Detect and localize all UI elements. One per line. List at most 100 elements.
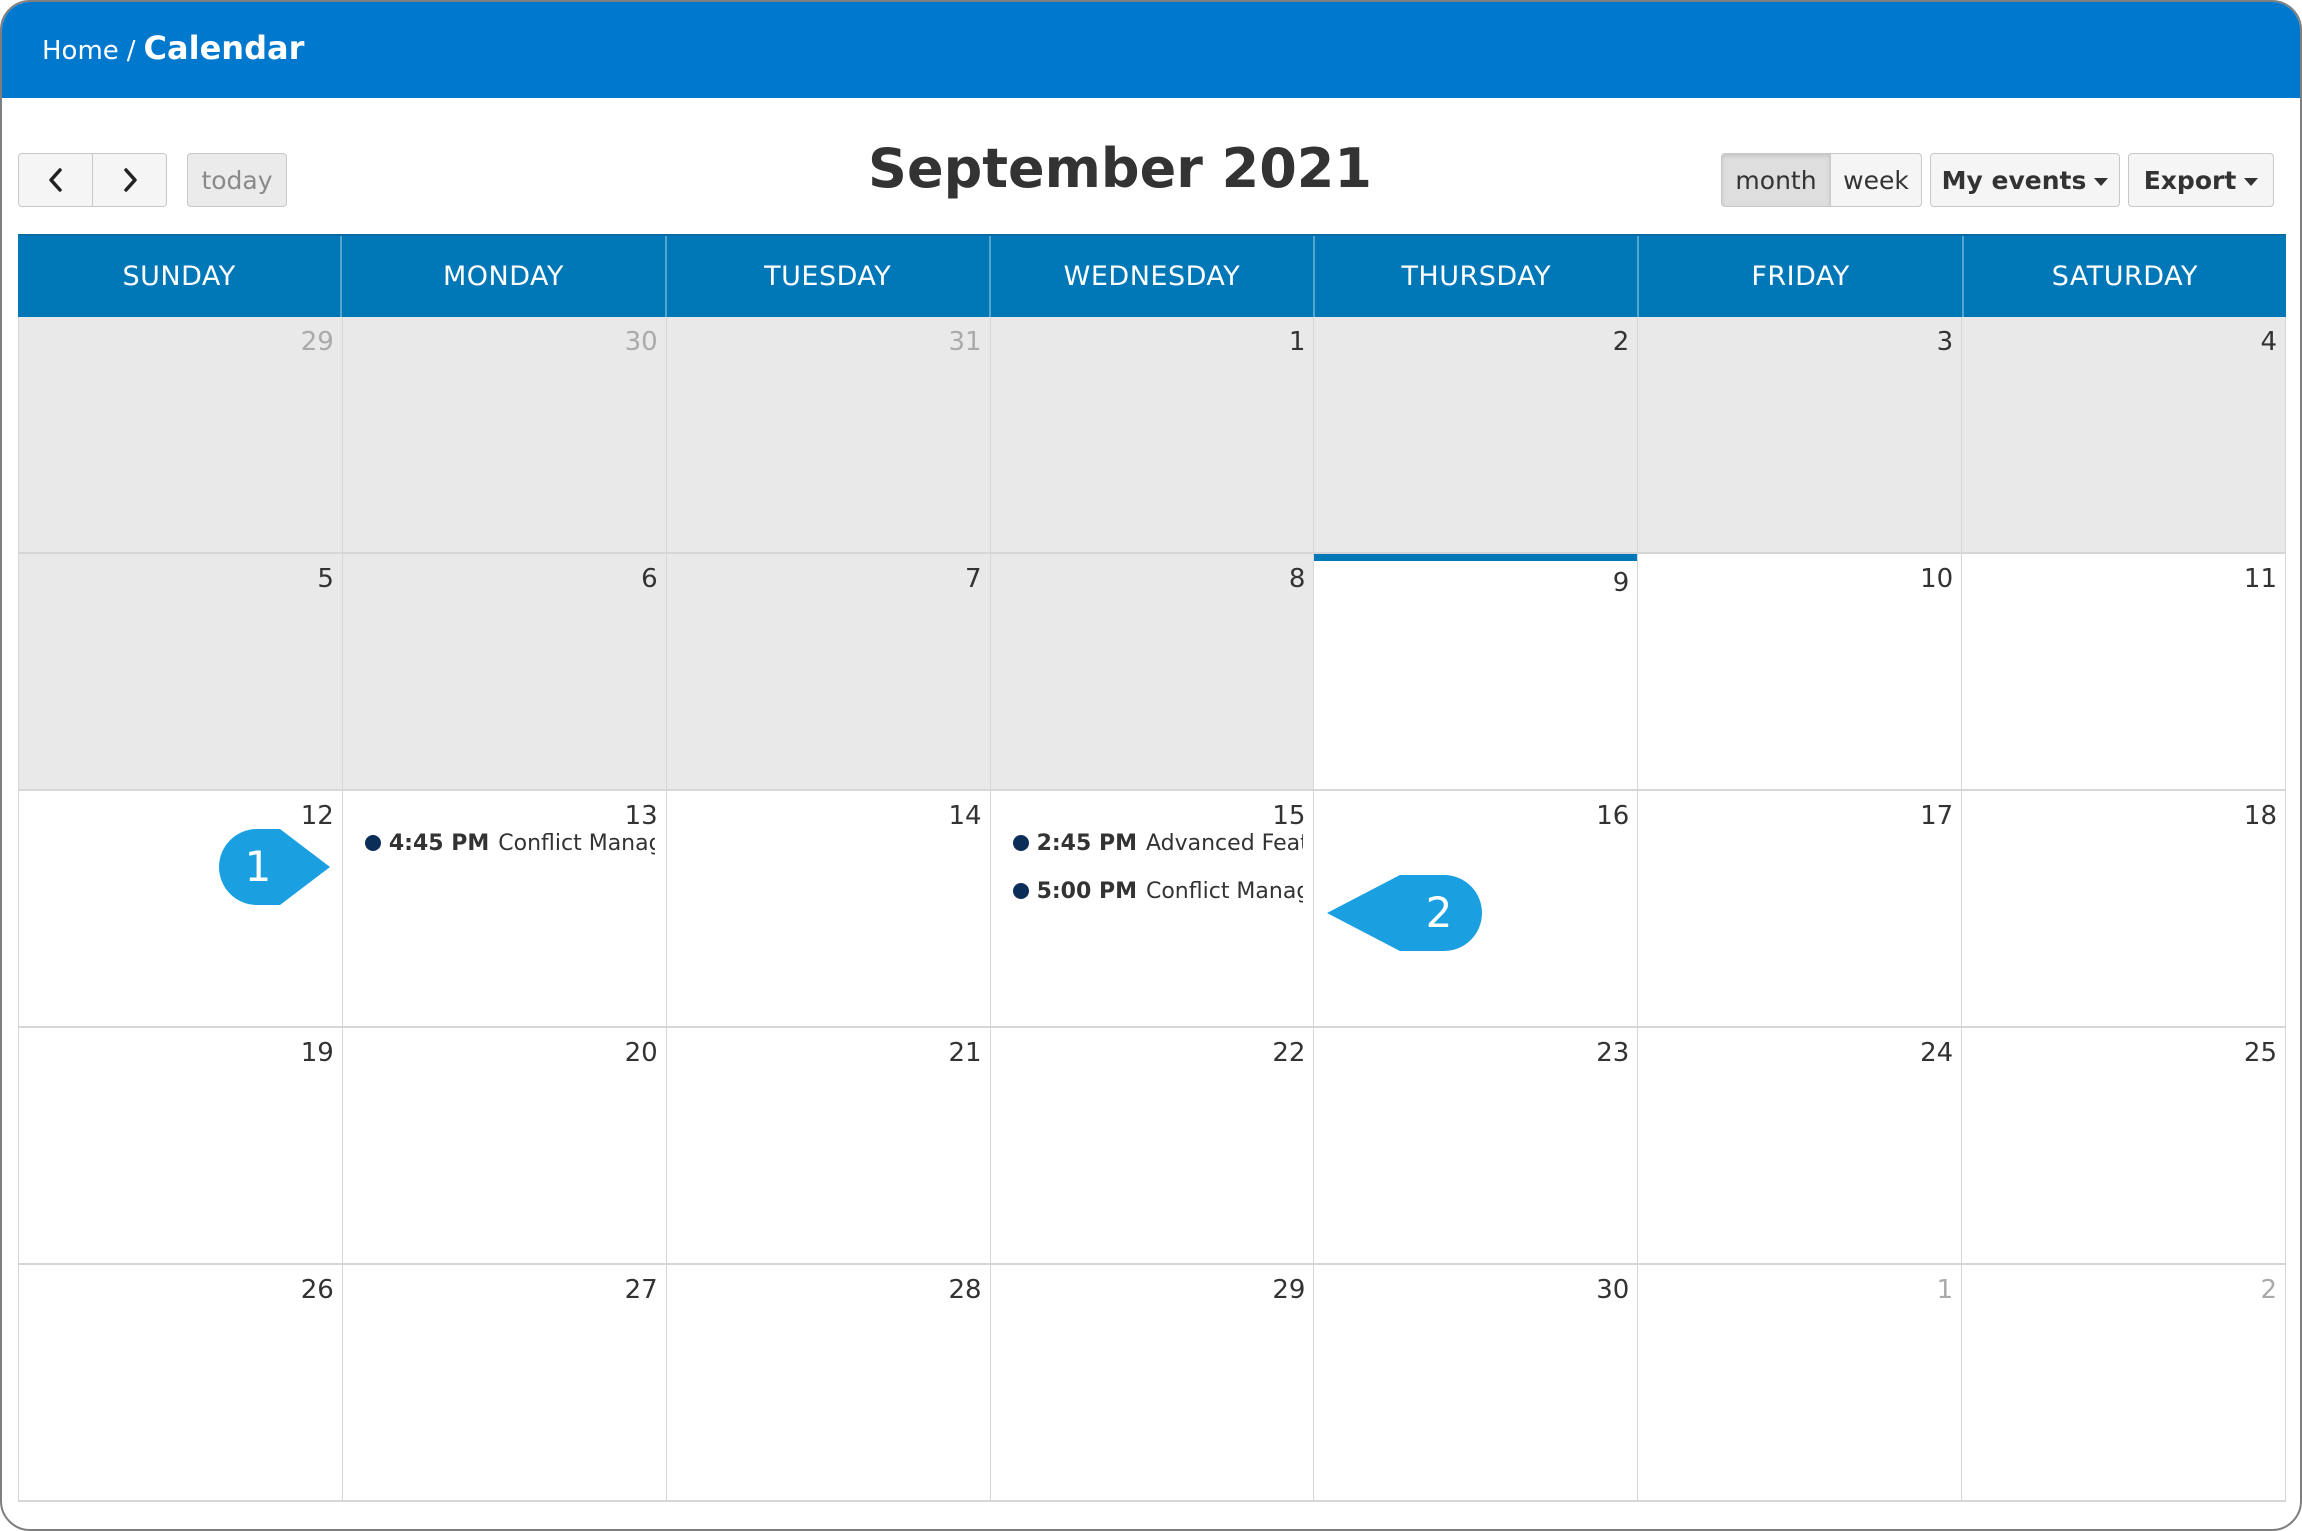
day-cell[interactable]: 6 [341,554,666,789]
day-number[interactable]: 6 [641,564,658,594]
export-label: Export [2143,165,2237,195]
day-number[interactable]: 30 [1596,1275,1629,1305]
calendar-event[interactable]: 2:45 PM Advanced Features [1012,827,1303,859]
day-cell[interactable]: 7 [665,554,990,789]
day-number[interactable]: 8 [1289,564,1306,594]
day-number[interactable]: 5 [317,564,334,594]
event-dot-icon [1012,835,1029,851]
day-cell[interactable]: 26 [18,1265,342,1500]
day-cell[interactable]: 5 [18,554,342,789]
week-row: 19 20 21 22 23 24 25 [18,1028,2287,1265]
week-row: 29 30 31 1 2 3 4 [18,317,2287,554]
day-cell[interactable]: 8 [989,554,1314,789]
calendar-event[interactable]: 4:45 PM Conflict Management [364,827,655,859]
day-number[interactable]: 14 [948,801,981,831]
event-title: Conflict Management [1145,878,1303,904]
app-window: Home / Calendar today September 2021 mon… [0,0,2302,1531]
day-cell[interactable]: 20 [341,1028,666,1263]
today-indicator [1314,554,1638,561]
day-number[interactable]: 9 [1613,568,1630,598]
day-cell[interactable]: 30 [1313,1265,1637,1500]
day-number[interactable]: 3 [1937,327,1954,357]
export-dropdown[interactable]: Export [2128,153,2274,207]
day-number[interactable]: 23 [1596,1038,1629,1068]
day-cell[interactable]: 9 [1313,554,1638,789]
day-cell[interactable]: 21 [665,1028,990,1263]
day-cell[interactable]: 17 [1637,791,1961,1026]
day-cell[interactable]: 29 [989,1265,1314,1500]
day-cell[interactable]: 22 [989,1028,1314,1263]
day-number[interactable]: 25 [2244,1038,2277,1068]
day-cell[interactable]: 29 [18,317,342,552]
day-cell[interactable]: 30 [341,317,666,552]
callout-marker-icon [219,829,330,905]
day-number[interactable]: 30 [625,327,658,357]
weekday-tuesday: TUESDAY [664,236,989,317]
day-cell[interactable]: 1 [989,317,1314,552]
event-dot-icon [1012,883,1029,899]
day-cell[interactable]: 27 [341,1265,666,1500]
breadcrumb-current: Calendar [143,29,305,67]
event-title: Conflict Management [498,830,655,856]
callout-number: 2 [1426,888,1453,937]
weekday-sunday: SUNDAY [122,261,236,292]
day-number[interactable]: 4 [2260,327,2277,357]
day-cell[interactable]: 28 [665,1265,990,1500]
day-cell[interactable]: 2 [1961,1265,2287,1500]
calendar-event[interactable]: 5:00 PM Conflict Management [1012,875,1303,907]
weekday-thursday: THURSDAY [1313,236,1637,317]
day-number[interactable]: 7 [965,564,982,594]
day-cell[interactable]: 3 [1637,317,1962,552]
my-events-label: My events [1941,165,2087,195]
day-cell[interactable]: 4 [1961,317,2287,552]
day-number[interactable]: 2 [1613,327,1630,357]
day-number[interactable]: 19 [301,1038,334,1068]
week-view-button[interactable]: week [1830,153,1922,207]
week-row: 26 27 28 29 30 1 2 [18,1265,2287,1502]
day-number[interactable]: 16 [1596,801,1629,831]
day-cell[interactable]: 14 [665,791,990,1026]
day-number[interactable]: 1 [1937,1275,1954,1305]
caret-down-icon [2244,177,2259,186]
day-number[interactable]: 26 [301,1275,334,1305]
day-number[interactable]: 29 [301,327,334,357]
day-number[interactable]: 20 [625,1038,658,1068]
caret-down-icon [2094,177,2109,186]
day-cell[interactable]: 18 [1961,791,2287,1026]
day-cell[interactable]: 31 [665,317,990,552]
day-cell[interactable]: 23 [1313,1028,1637,1263]
callout-number: 1 [245,842,272,891]
my-events-dropdown[interactable]: My events [1930,153,2120,207]
day-cell[interactable]: 25 [1961,1028,2287,1263]
day-number[interactable]: 21 [948,1038,981,1068]
day-number[interactable]: 31 [948,327,981,357]
breadcrumb-separator: / [126,36,136,66]
day-number[interactable]: 11 [2244,564,2277,594]
day-number[interactable]: 17 [1920,801,1953,831]
day-number[interactable]: 2 [2260,1275,2277,1305]
day-cell[interactable]: 10 [1637,554,1961,789]
day-number[interactable]: 22 [1272,1038,1305,1068]
day-number[interactable]: 10 [1920,564,1953,594]
breadcrumb-home-link[interactable]: Home [42,36,119,66]
day-number[interactable]: 29 [1272,1275,1305,1305]
day-number[interactable]: 18 [2244,801,2277,831]
day-cell[interactable]: 1 [1637,1265,1961,1500]
day-number[interactable]: 27 [625,1275,658,1305]
event-time: 5:00 PM [1036,878,1137,904]
day-number[interactable]: 1 [1289,327,1306,357]
day-cell[interactable]: 152:45 PMAdvanced Features5:00 PMConflic… [989,791,1314,1026]
weekday-friday: FRIDAY [1637,236,1961,317]
day-cell[interactable]: 11 [1961,554,2287,789]
callout-marker-icon [1327,875,1482,951]
day-cell[interactable]: 19 [18,1028,342,1263]
day-number[interactable]: 24 [1920,1038,1953,1068]
day-number[interactable]: 28 [948,1275,981,1305]
month-view-button[interactable]: month [1721,153,1831,207]
day-cell[interactable]: 24 [1637,1028,1961,1263]
week-row: 5 6 7 8 9 10 11 [18,554,2287,791]
breadcrumb: Home / Calendar [42,29,304,69]
event-time: 2:45 PM [1036,830,1137,856]
event-time: 4:45 PM [388,830,490,856]
day-cell[interactable]: 2 [1313,317,1638,552]
